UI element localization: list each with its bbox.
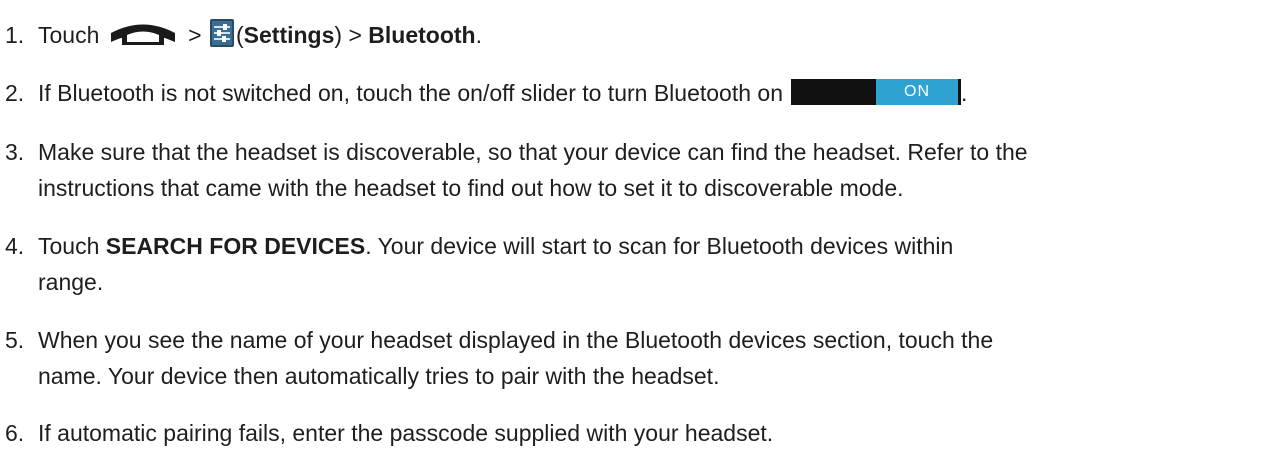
step-3: 3. Make sure that the headset is discove… xyxy=(0,134,1240,206)
bluetooth-toggle: ON xyxy=(791,78,961,105)
step-text: If automatic pairing fails, enter the pa… xyxy=(38,420,774,446)
step-text-line: range. xyxy=(38,269,104,295)
step-5: 5. When you see the name of your headset… xyxy=(0,322,1240,394)
step-text-line: When you see the name of your headset di… xyxy=(38,327,994,353)
separator: > xyxy=(188,22,202,48)
step-text: . Your device will start to scan for Blu… xyxy=(365,233,954,259)
close-paren: ) xyxy=(334,22,343,48)
step-number: 5. xyxy=(5,327,25,353)
settings-label: Settings xyxy=(243,22,335,48)
step-4: 4. Touch SEARCH FOR DEVICES. Your device… xyxy=(0,228,1240,300)
step-text: Touch xyxy=(38,233,100,259)
step-text-line: instructions that came with the headset … xyxy=(38,175,904,201)
instruction-list: 1. Touch > (Settings) > Bluetooth. 2. If… xyxy=(0,0,1265,456)
step-text-line: name. Your device then automatically tri… xyxy=(38,363,720,389)
step-number: 1. xyxy=(5,22,25,48)
toggle-on-label: ON xyxy=(876,78,958,105)
step-number: 4. xyxy=(5,233,25,259)
search-for-devices-label: SEARCH FOR DEVICES xyxy=(105,233,366,259)
step-number: 2. xyxy=(5,80,25,106)
home-icon xyxy=(108,18,178,46)
step-text: If Bluetooth is not switched on, touch t… xyxy=(38,80,783,106)
step-number: 3. xyxy=(5,139,25,165)
separator: > xyxy=(348,22,362,48)
period: . xyxy=(475,22,482,48)
step-text-line: Make sure that the headset is discoverab… xyxy=(38,139,1028,165)
open-paren: ( xyxy=(235,22,244,48)
step-text: Touch xyxy=(38,22,100,48)
step-1: 1. Touch > (Settings) > Bluetooth. xyxy=(0,17,1240,53)
bluetooth-label: Bluetooth xyxy=(368,22,476,48)
step-number: 6. xyxy=(5,420,25,446)
step-2: 2. If Bluetooth is not switched on, touc… xyxy=(0,75,1240,111)
settings-icon xyxy=(209,18,234,47)
step-6: 6. If automatic pairing fails, enter the… xyxy=(0,415,1240,451)
period: . xyxy=(961,80,968,106)
